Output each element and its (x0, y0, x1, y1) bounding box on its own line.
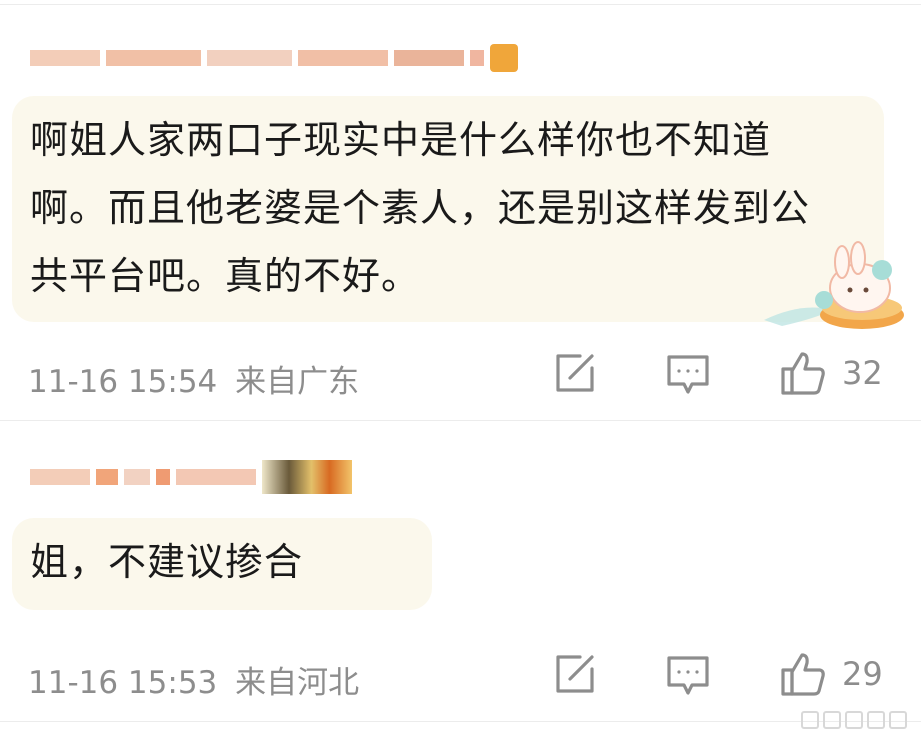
comment-item: 啊姐人家两口子现实中是什么样你也不知道啊。而且他老婆是个素人，还是别这样发到公共… (0, 0, 921, 420)
comment-text: 姐，不建议掺合 (30, 540, 304, 584)
comment-bubble: 姐，不建议掺合 (12, 518, 432, 610)
comment-time: 11-16 15:53 (28, 665, 218, 701)
like-count: 29 (842, 655, 883, 693)
comment-item: 姐，不建议掺合 11-16 15:53 来自河北 29 (0, 421, 921, 731)
share-icon[interactable] (554, 653, 596, 695)
user-badge-icon (490, 44, 518, 72)
comment-meta: 11-16 15:53 来自河北 (28, 657, 359, 702)
comment-text: 啊姐人家两口子现实中是什么样你也不知道啊。而且他老婆是个素人，还是别这样发到公共… (30, 118, 811, 298)
comment-location: 来自河北 (235, 665, 360, 701)
username-blurred[interactable] (30, 40, 518, 76)
watermark-icon (801, 711, 907, 729)
comment-bubble: 啊姐人家两口子现实中是什么样你也不知道啊。而且他老婆是个素人，还是别这样发到公共… (12, 96, 884, 322)
comment-time: 11-16 15:54 (28, 364, 218, 400)
bunny-mooncake-sticker-icon (764, 241, 904, 329)
comment-icon[interactable] (666, 354, 710, 396)
like-button[interactable]: 32 (780, 350, 883, 396)
username-blurred[interactable] (30, 459, 352, 495)
thumbs-up-icon (780, 350, 826, 396)
share-icon[interactable] (554, 352, 596, 394)
comment-meta: 11-16 15:54 来自广东 (28, 356, 359, 401)
comment-location: 来自广东 (235, 364, 360, 400)
thumbs-up-icon (780, 651, 826, 697)
comment-icon[interactable] (666, 655, 710, 697)
user-badge-icon (262, 460, 352, 494)
bottom-divider (0, 721, 921, 722)
like-button[interactable]: 29 (780, 651, 883, 697)
like-count: 32 (842, 354, 883, 392)
